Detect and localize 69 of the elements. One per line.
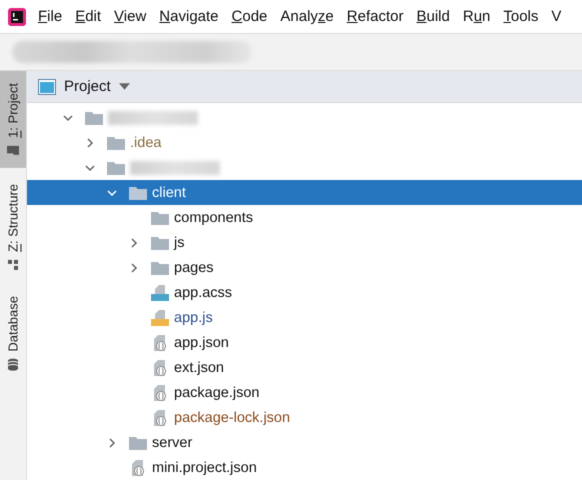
menu-item[interactable]: V xyxy=(551,8,574,25)
structure-icon xyxy=(6,258,20,272)
chevron-right-icon[interactable] xyxy=(85,138,95,148)
folder-icon xyxy=(151,236,169,250)
window-icon xyxy=(38,78,56,94)
json-file-icon xyxy=(129,458,147,476)
dropdown-caret-icon[interactable] xyxy=(118,83,130,90)
file-name: mini.project.json xyxy=(152,460,257,476)
file-name: app.js xyxy=(174,310,213,326)
tree-row[interactable]: .idea xyxy=(27,130,582,155)
json-file-icon xyxy=(151,408,169,426)
file-name: .idea xyxy=(130,134,162,150)
chevron-down-icon[interactable] xyxy=(85,162,95,172)
folder-icon xyxy=(107,160,125,174)
chevron-right-icon[interactable] xyxy=(129,238,139,248)
folder-icon xyxy=(151,260,169,274)
tree-row[interactable]: app.js xyxy=(27,305,582,330)
tree-row[interactable]: js xyxy=(27,230,582,255)
json-file-icon xyxy=(151,384,169,402)
menu-item[interactable]: Run xyxy=(462,8,504,25)
chevron-down-icon[interactable] xyxy=(63,112,73,122)
folder-icon xyxy=(151,210,169,224)
file-name: server xyxy=(152,434,192,450)
database-icon xyxy=(6,358,20,372)
file-name: package.json xyxy=(174,384,260,400)
file-name: pages xyxy=(174,260,214,276)
panel-title[interactable]: Project xyxy=(64,78,111,95)
chevron-down-icon[interactable] xyxy=(107,188,117,198)
menu-item[interactable]: Refactor xyxy=(346,8,416,25)
chevron-right-icon[interactable] xyxy=(129,262,139,272)
folder-icon xyxy=(107,136,125,150)
folder-icon xyxy=(85,110,103,124)
tree-row[interactable]: pages xyxy=(27,255,582,280)
side-tab[interactable]: Database xyxy=(0,288,26,380)
file-name: client xyxy=(152,184,186,200)
tree-row[interactable]: package-lock.json xyxy=(27,405,582,430)
menu-item[interactable]: File xyxy=(38,8,76,25)
tree-row[interactable]: server xyxy=(27,430,582,455)
file-name: js xyxy=(174,234,184,250)
file-name: ext.json xyxy=(174,360,224,376)
menu-item[interactable]: Navigate xyxy=(159,8,232,25)
menu-item[interactable]: Build xyxy=(416,8,463,25)
chevron-right-icon[interactable] xyxy=(107,438,117,448)
tree-row[interactable]: mini.project.json xyxy=(27,455,582,480)
menu-item[interactable]: Code xyxy=(232,8,280,25)
menu-item[interactable]: Edit xyxy=(75,8,114,25)
json-file-icon xyxy=(151,334,169,352)
tree-row[interactable]: app.json xyxy=(27,330,582,355)
tree-row[interactable]: components xyxy=(27,205,582,230)
json-file-icon xyxy=(151,358,169,376)
file-name: components xyxy=(174,210,253,226)
folder-icon xyxy=(6,144,20,158)
css-file-icon xyxy=(151,284,169,300)
side-tab[interactable]: Z: Structure xyxy=(0,176,26,280)
file-name: package-lock.json xyxy=(174,410,290,426)
menu-item[interactable]: View xyxy=(114,8,160,25)
js-file-icon xyxy=(151,310,169,326)
file-name: app.acss xyxy=(174,284,232,300)
side-tab[interactable]: 1: Project xyxy=(0,71,26,168)
file-name: app.json xyxy=(174,334,229,350)
menu-item[interactable]: Tools xyxy=(503,8,552,25)
tree-row[interactable]: app.acss xyxy=(27,280,582,305)
tree-row[interactable]: client xyxy=(27,180,582,205)
menu-item[interactable]: Analyze xyxy=(280,8,347,25)
folder-icon xyxy=(129,186,147,200)
folder-icon xyxy=(129,436,147,450)
tree-row[interactable]: package.json xyxy=(27,380,582,405)
app-logo-icon xyxy=(8,8,26,26)
tree-row[interactable]: ext.json xyxy=(27,355,582,380)
